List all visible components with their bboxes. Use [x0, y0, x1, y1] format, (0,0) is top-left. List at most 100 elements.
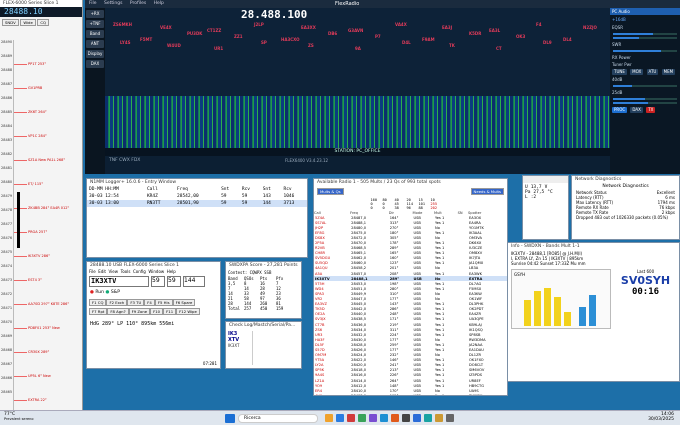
- taskbar-app-icon[interactable]: [402, 414, 410, 422]
- proc-button[interactable]: PROC: [612, 107, 628, 113]
- spot-label[interactable]: PP1T 253°: [13, 62, 46, 66]
- panadapter-spot[interactable]: VE4X: [160, 25, 172, 30]
- spot-label[interactable]: ET/ 115°: [13, 182, 43, 186]
- pc-audio-button[interactable]: PC Audio: [610, 8, 680, 15]
- band-button[interactable]: Band: [86, 30, 104, 38]
- atu-button[interactable]: ATU: [646, 69, 659, 75]
- dax-tx-button[interactable]: DAX: [630, 107, 643, 113]
- taskbar-app-icon[interactable]: [347, 414, 355, 422]
- taskbar-app-icon[interactable]: [336, 414, 344, 422]
- monitor-slider[interactable]: [613, 102, 677, 104]
- panadapter-spot[interactable]: F5MT: [140, 37, 152, 42]
- snt-input[interactable]: 59: [151, 276, 165, 287]
- entry-menu-edit[interactable]: Edit: [98, 269, 106, 274]
- entry-menu-tools[interactable]: Tools: [121, 269, 131, 274]
- ant-button[interactable]: ANT: [86, 40, 104, 48]
- add-rx-button[interactable]: +RX: [86, 10, 104, 18]
- panadapter-spot[interactable]: F4: [536, 22, 542, 27]
- taskbar-app-icon[interactable]: [358, 414, 366, 422]
- panadapter-spot[interactable]: CT1ZZ: [207, 28, 221, 33]
- clock-date[interactable]: 30/03/2025: [648, 417, 674, 422]
- panadapter-spot[interactable]: EA3J: [442, 25, 452, 30]
- panadapter-spot[interactable]: TK: [449, 43, 455, 48]
- tune-button[interactable]: TUNE: [612, 69, 627, 75]
- tx-button[interactable]: TX: [646, 107, 656, 113]
- taskbar-app-icon[interactable]: [413, 414, 421, 422]
- mults-qs-button[interactable]: Mults & Qs: [317, 188, 344, 195]
- sql-slider[interactable]: [613, 33, 677, 35]
- col-call[interactable]: Call: [145, 186, 175, 193]
- panadapter-spot[interactable]: G3AVN: [348, 28, 363, 33]
- mem-button[interactable]: MEM: [661, 69, 676, 75]
- log-row[interactable]: 30-03 13:00 RN3TT 28501,90 59 59 144 3713: [87, 200, 307, 207]
- f10-button[interactable]: F10: [150, 308, 164, 315]
- panadapter-spot[interactable]: EA3XX: [301, 25, 316, 30]
- spot-label[interactable]: ZK4BB 284° EA4R 012°: [13, 206, 69, 210]
- col-rcv2[interactable]: Rcv: [282, 186, 307, 193]
- panadapter-spot[interactable]: DB6: [328, 31, 337, 36]
- f8-button[interactable]: F8 Agn?: [107, 308, 129, 315]
- taskbar-app-icon[interactable]: [424, 414, 432, 422]
- panadapter-spot[interactable]: ZZ1: [234, 34, 243, 39]
- taskbar-app-icon[interactable]: [325, 414, 333, 422]
- panadapter-spot[interactable]: J2LP: [254, 22, 264, 27]
- spot-label[interactable]: SZ1A New PA1L 268°: [13, 158, 65, 162]
- entry-menu-help[interactable]: Help: [167, 269, 176, 274]
- panadapter-spot[interactable]: EA3L: [489, 28, 500, 33]
- start-icon[interactable]: [225, 414, 235, 423]
- entry-menu-view[interactable]: View: [109, 269, 119, 274]
- spot-label[interactable]: VP1C 284°: [14, 134, 47, 138]
- panadapter-spot[interactable]: OK3: [516, 34, 525, 39]
- spot-label[interactable]: PD8F01 253° New: [14, 326, 60, 330]
- f3-button[interactable]: F3 TU: [127, 299, 145, 306]
- panadapter-spot[interactable]: SP: [261, 40, 267, 45]
- panadapter-spot[interactable]: N2ZJO: [583, 25, 597, 30]
- f2-button[interactable]: F2 Exch: [106, 299, 128, 306]
- spot-label[interactable]: CR30X 289°: [13, 350, 49, 354]
- f1-button[interactable]: F1 CQ: [89, 299, 107, 306]
- panadapter[interactable]: ZS6MKH VE4X CT1ZZ J2LP EA3XX G3AVN VA4X EA3J EA3…: [105, 8, 610, 96]
- panadapter-spot[interactable]: LY4S: [120, 40, 131, 45]
- spot-label[interactable]: PRGA 257°: [13, 230, 47, 234]
- spot-row[interactable]: 4X6 28408,0 195° USB Yes 1 RW9DK: [314, 393, 507, 395]
- compression-slider[interactable]: [613, 98, 677, 100]
- panadapter-spot[interactable]: K5DR: [469, 31, 481, 36]
- panadapter-spot[interactable]: DL9: [543, 40, 552, 45]
- level-slider[interactable]: [613, 85, 677, 87]
- display-button[interactable]: Display: [86, 50, 104, 58]
- spot-label[interactable]: GV1PRB: [13, 86, 42, 90]
- f12-button[interactable]: F12 Wipe: [176, 308, 200, 315]
- rcv-input[interactable]: 59: [167, 276, 181, 287]
- spot-label[interactable]: AA70D 297° K8TE 286°: [13, 302, 69, 306]
- menu-help[interactable]: Help: [154, 1, 164, 6]
- panadapter-spot[interactable]: P7: [375, 34, 381, 39]
- mox-button[interactable]: MOX: [630, 69, 644, 75]
- rx-power-slider[interactable]: [613, 50, 677, 52]
- col-snt2[interactable]: Snt: [261, 186, 282, 193]
- add-tnf-button[interactable]: +TNF: [86, 20, 104, 28]
- spot-label[interactable]: UP5L 6° New: [14, 374, 51, 378]
- call-input[interactable]: IK3XTV: [89, 276, 149, 287]
- taskbar-app-icon[interactable]: [446, 414, 454, 422]
- panadapter-spot[interactable]: HA3CXO: [281, 37, 300, 42]
- taskbar-app-icon[interactable]: [391, 414, 399, 422]
- needs-mults-button[interactable]: Needs & Mults: [470, 188, 504, 195]
- f11-button[interactable]: F11: [163, 308, 177, 315]
- agc-slider[interactable]: [613, 37, 677, 39]
- spot-label[interactable]: EXTRA 22°: [14, 398, 47, 402]
- run-radio[interactable]: ●: [90, 290, 94, 295]
- f7-button[interactable]: F7 Rpt: [89, 308, 108, 315]
- menu-file[interactable]: File: [89, 1, 97, 6]
- cq-button[interactable]: CQ: [37, 19, 50, 26]
- entry-menu-file[interactable]: File: [89, 269, 96, 274]
- panadapter-spot[interactable]: PU3DK: [187, 31, 202, 36]
- wide-button[interactable]: Wide: [20, 19, 36, 26]
- menu-profiles[interactable]: Profiles: [130, 1, 146, 6]
- entry-menu-window[interactable]: Window: [148, 269, 164, 274]
- col-freq[interactable]: Freq: [175, 186, 219, 193]
- panadapter-spot[interactable]: D4L: [402, 40, 411, 45]
- panadapter-spot[interactable]: ZS6MKH: [113, 22, 132, 27]
- f5-button[interactable]: F5 His: [154, 299, 173, 306]
- sp-radio[interactable]: ●: [105, 290, 109, 295]
- spot-label[interactable]: IK3XTV 286°: [14, 254, 50, 258]
